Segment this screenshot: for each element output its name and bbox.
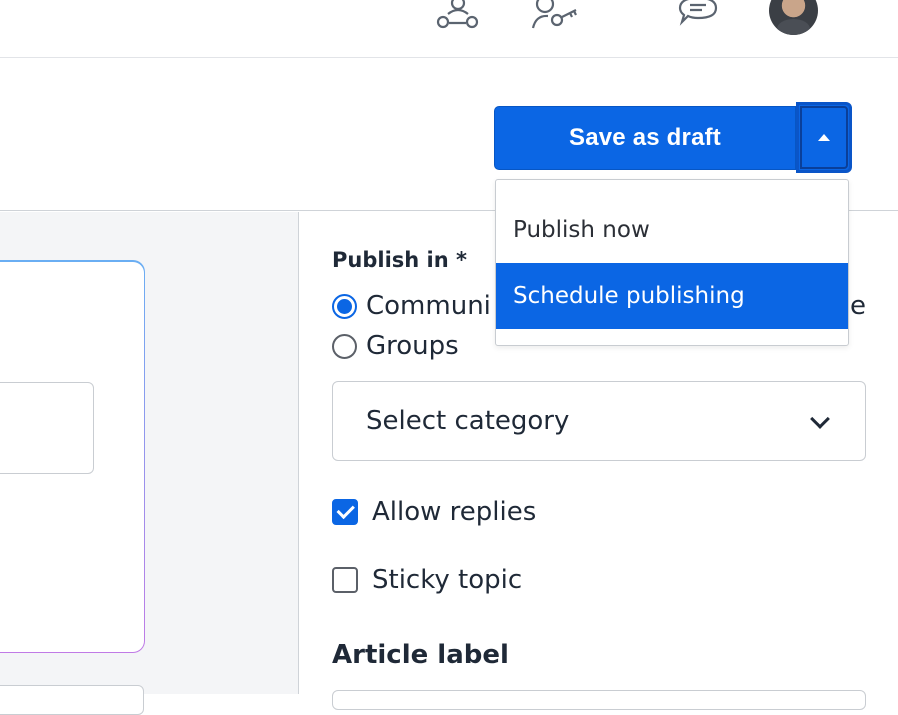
allow-replies-label: Allow replies bbox=[372, 497, 537, 527]
publish-in-label: Publish in * bbox=[332, 248, 467, 272]
publish-options-menu: Publish now Schedule publishing bbox=[495, 179, 849, 346]
editor-input[interactable] bbox=[0, 382, 94, 474]
avatar[interactable] bbox=[769, 0, 818, 35]
caret-up-icon bbox=[818, 134, 830, 141]
community-icon[interactable] bbox=[436, 0, 480, 32]
publish-option-hidden-tail: e bbox=[850, 291, 866, 321]
save-split-button: Save as draft bbox=[494, 102, 854, 173]
radio-community[interactable] bbox=[332, 293, 357, 319]
category-select-value: Select category bbox=[366, 406, 570, 436]
publish-option-community[interactable]: Communi bbox=[332, 291, 491, 321]
menu-item-publish-now[interactable]: Publish now bbox=[496, 197, 848, 263]
chevron-down-icon bbox=[810, 409, 830, 429]
publish-option-community-label: Communi bbox=[366, 291, 491, 321]
article-label-title: Article label bbox=[332, 640, 509, 670]
article-label-input[interactable] bbox=[332, 690, 866, 710]
publish-options-toggle[interactable] bbox=[796, 102, 852, 173]
user-key-icon[interactable] bbox=[530, 0, 580, 32]
publish-option-groups[interactable]: Groups bbox=[332, 331, 459, 361]
allow-replies-checkbox[interactable] bbox=[332, 499, 358, 525]
top-navigation-bar bbox=[0, 0, 898, 58]
sticky-topic-label: Sticky topic bbox=[372, 565, 523, 595]
allow-replies-option[interactable]: Allow replies bbox=[332, 497, 536, 527]
publish-option-groups-label: Groups bbox=[366, 331, 459, 361]
save-as-draft-button[interactable]: Save as draft bbox=[494, 106, 796, 170]
menu-item-schedule-publishing[interactable]: Schedule publishing bbox=[496, 263, 848, 329]
radio-groups[interactable] bbox=[332, 333, 357, 359]
toggle-focus-ring bbox=[800, 106, 848, 169]
sticky-topic-option[interactable]: Sticky topic bbox=[332, 565, 522, 595]
sticky-topic-checkbox[interactable] bbox=[332, 567, 358, 593]
category-select[interactable]: Select category bbox=[332, 381, 866, 461]
editor-input-secondary[interactable] bbox=[0, 685, 144, 715]
chat-icon[interactable] bbox=[676, 0, 720, 32]
